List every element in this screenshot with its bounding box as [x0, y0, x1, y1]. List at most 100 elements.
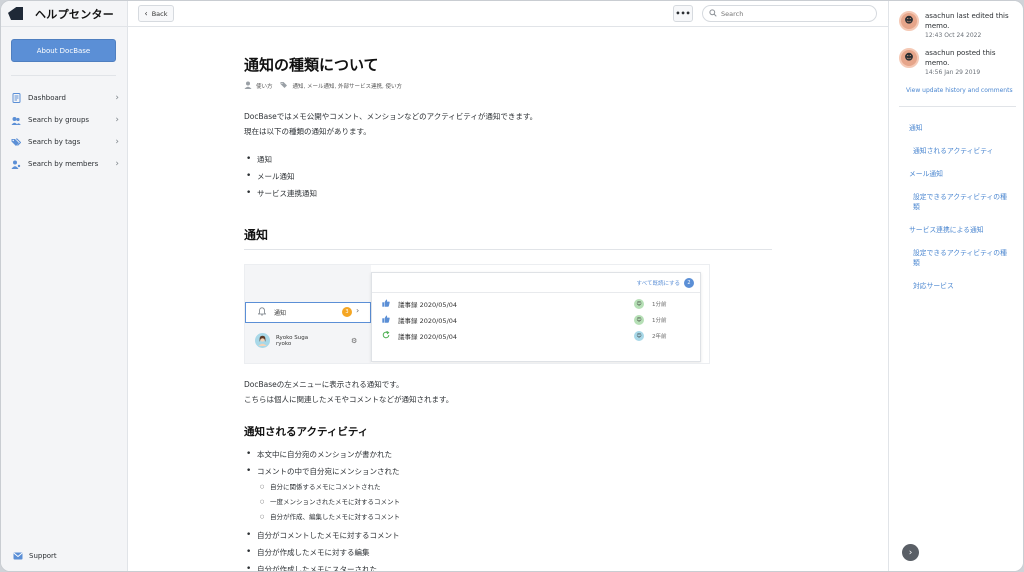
search-box[interactable]	[702, 5, 877, 22]
sidebar-item-label: Search by members	[28, 160, 99, 168]
tags-icon	[11, 137, 21, 147]
list-item: 自分がコメントしたメモに対するコメント	[244, 527, 400, 544]
nested-list-item: 自分に関係するメモにコメントされた	[257, 480, 400, 495]
user-icon	[244, 81, 252, 91]
view-history-link[interactable]: View update history and comments	[906, 87, 1013, 94]
activities-list: 本文中に自分宛のメンションが書かれた コメントの中で自分宛にメンションされた 自…	[244, 446, 400, 571]
right-panel-divider	[899, 106, 1016, 107]
sidebar-item-label: Search by groups	[28, 116, 90, 124]
history-entry: ☻ asachun last edited this memo. 12:43 O…	[899, 11, 1019, 39]
mail-icon	[13, 551, 23, 561]
screenshot-user-id: ryoko	[276, 340, 292, 347]
sidebar-item-label: Dashboard	[28, 94, 66, 102]
bell-icon	[257, 307, 267, 318]
tags-icon	[280, 81, 289, 91]
section-heading-notification: 通知	[244, 226, 772, 250]
row-title: 議事録 2020/05/04	[398, 301, 458, 309]
sidebar-item-dashboard[interactable]: Dashboard ›	[11, 87, 119, 109]
toc-item-activities[interactable]: 通知されるアクティビティ	[913, 146, 1013, 156]
screenshot-notification-row: 議事録 2020/05/04 ☺ 1分前	[372, 312, 700, 328]
nested-list: 自分に関係するメモにコメントされた 一度メンションされたメモに対するコメント 自…	[257, 480, 400, 525]
brand[interactable]: ヘルプセンター	[1, 1, 127, 27]
thumbs-up-icon	[382, 299, 394, 309]
app-window: ヘルプセンター About DocBase Dashboard › Search…	[0, 0, 1024, 572]
row-title: 議事録 2020/05/04	[398, 333, 458, 341]
document-icon	[11, 93, 21, 103]
chevron-right-icon: ›	[908, 547, 913, 558]
brand-title: ヘルプセンター	[35, 7, 115, 21]
intro-paragraph: DocBaseではメモ公開やコメント、メンションなどのアクティビティが通知できま…	[244, 109, 537, 139]
screenshot-nav-label: 通知	[274, 310, 287, 317]
chevron-left-icon: ‹	[144, 9, 148, 18]
list-item: メール通知	[244, 168, 317, 185]
avatar: ☺	[634, 299, 644, 309]
memo-tags[interactable]: 通知, メール通知, 外部サービス連携, 使い方	[293, 82, 403, 90]
toc-item-mail[interactable]: メール通知	[909, 169, 1009, 179]
list-item: 自分が作成したメモにスターされた	[244, 561, 400, 571]
page-title: 通知の種類について	[244, 56, 379, 74]
sidebar-item-tags[interactable]: Search by tags ›	[11, 131, 119, 153]
screenshot-nav-notification: 通知 3 ›	[245, 302, 371, 323]
history-time: 12:43 Oct 24 2022	[925, 32, 982, 39]
right-panel: ☻ asachun last edited this memo. 12:43 O…	[888, 1, 1023, 571]
main-content: 通知の種類について 使い方 通知, メール通知, 外部サービス連携, 使い方 D…	[128, 28, 888, 571]
toc-item-mail-activities[interactable]: 設定できるアクティビティの種類	[913, 192, 1013, 212]
history-text: asachun last edited this memo.	[925, 12, 1009, 30]
row-time: 1分前	[652, 302, 667, 308]
notification-types-list: 通知 メール通知 サービス連携通知	[244, 151, 317, 202]
row-title: 議事録 2020/05/04	[398, 317, 458, 325]
avatar: ☺	[634, 315, 644, 325]
gear-icon: ⚙	[351, 337, 358, 345]
intro-line-1: DocBaseではメモ公開やコメント、メンションなどのアクティビティが通知できま…	[244, 112, 538, 121]
members-icon	[11, 159, 21, 169]
avatar[interactable]: ☻	[899, 48, 919, 68]
toc-item-supported-services[interactable]: 対応サービス	[913, 281, 1013, 291]
expand-panel-button[interactable]: ›	[902, 544, 919, 561]
history-text: asachun posted this memo.	[925, 49, 996, 67]
toc-item-service-activities[interactable]: 設定できるアクティビティの種類	[913, 248, 1013, 268]
screenshot-user-name: Ryoko Suga	[276, 334, 309, 341]
toc-item-notification[interactable]: 通知	[909, 123, 1009, 133]
back-button[interactable]: ‹ Back	[138, 5, 174, 22]
nested-list-item: 一度メンションされたメモに対するコメント	[257, 495, 400, 510]
list-item: コメントの中で自分宛にメンションされた 自分に関係するメモにコメントされた 一度…	[244, 463, 400, 525]
subsection-heading-activities: 通知されるアクティビティ	[244, 426, 369, 438]
list-item-text: コメントの中で自分宛にメンションされた	[257, 467, 400, 476]
intro-line-2: 現在は以下の種類の通知があります。	[244, 127, 371, 136]
chevron-right-icon: ›	[115, 159, 119, 169]
screenshot-user: Ryoko Suga ryoko ⚙	[255, 333, 357, 348]
list-item: 本文中に自分宛のメンションが書かれた	[244, 446, 400, 463]
description-line-1: DocBaseの左メニューに表示される通知です。	[244, 380, 404, 389]
toc-item-service[interactable]: サービス連携による通知	[909, 225, 1019, 235]
chevron-right-icon: ›	[115, 115, 119, 125]
support-link[interactable]: Support	[13, 551, 57, 561]
avatar	[255, 333, 270, 348]
history-time: 14:56 Jan 29 2019	[925, 69, 981, 76]
sidebar-nav: Dashboard › Search by groups › Search by…	[11, 87, 119, 175]
list-item: サービス連携通知	[244, 185, 317, 202]
screenshot-sidebar: 通知 3 › Ryoko Suga ryoko ⚙	[245, 265, 371, 363]
sidebar-divider	[11, 75, 116, 76]
memo-author-group[interactable]: 使い方	[256, 82, 273, 90]
more-options-button[interactable]: •••	[673, 5, 693, 22]
about-docbase-button[interactable]: About DocBase	[11, 39, 116, 62]
groups-icon	[11, 115, 21, 125]
screenshot-notification-row: 議事録 2020/05/04 ☺ 2年前	[372, 328, 700, 344]
unread-count-badge: 2	[684, 277, 694, 288]
screenshot-notification-panel: すべて既読にする 2 議事録 2020/05/04 ☺ 1分前 議事録 2020…	[371, 272, 701, 362]
screenshot-notification-row: 議事録 2020/05/04 ☺ 1分前	[372, 296, 700, 312]
avatar[interactable]: ☻	[899, 11, 919, 31]
search-input[interactable]	[721, 9, 861, 18]
thumbs-up-icon	[382, 315, 394, 325]
search-icon	[709, 8, 717, 19]
top-bar: ‹ Back •••	[128, 1, 888, 27]
screenshot-panel-header: すべて既読にする 2	[372, 273, 700, 293]
sidebar-item-groups[interactable]: Search by groups ›	[11, 109, 119, 131]
refresh-icon	[382, 330, 394, 341]
history-entry: ☻ asachun posted this memo. 14:56 Jan 29…	[899, 48, 1019, 76]
chevron-right-icon: ›	[356, 306, 360, 315]
list-item: 自分が作成したメモに対する編集	[244, 544, 400, 561]
row-time: 2年前	[652, 334, 667, 340]
sidebar-item-members[interactable]: Search by members ›	[11, 153, 119, 175]
row-time: 1分前	[652, 318, 667, 324]
